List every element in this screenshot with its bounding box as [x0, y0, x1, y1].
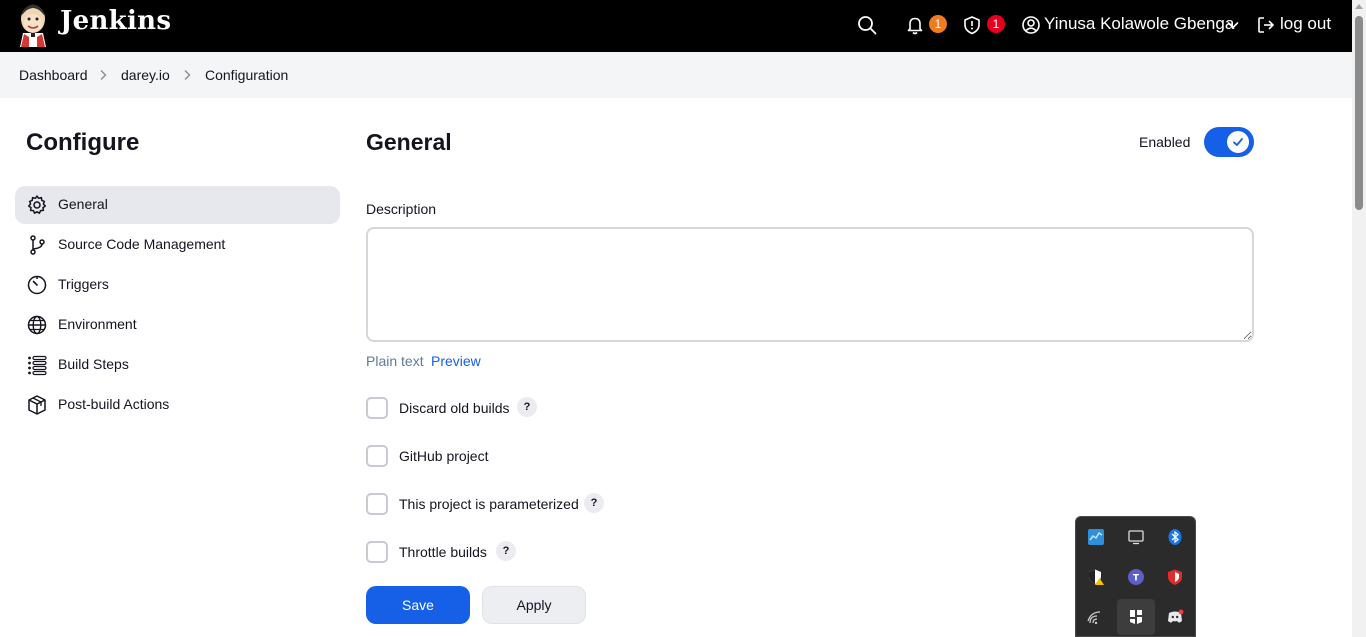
github-project-checkbox[interactable]: [366, 445, 388, 467]
search-icon[interactable]: [856, 14, 878, 36]
breadcrumb-project[interactable]: darey.io: [121, 67, 170, 83]
throttle-builds-checkbox[interactable]: [366, 541, 388, 563]
sidebar-title: Configure: [26, 129, 140, 156]
gear-icon: [27, 195, 47, 214]
logout-link[interactable]: log out: [1280, 14, 1331, 34]
sidebar-item-label: General: [58, 196, 108, 212]
list-icon: [28, 355, 47, 376]
option-label[interactable]: GitHub project: [399, 448, 488, 464]
user-avatar-icon[interactable]: [1020, 14, 1042, 36]
chevron-down-icon[interactable]: [1222, 14, 1244, 36]
display-icon[interactable]: [1117, 519, 1155, 555]
notification-count-badge[interactable]: 1: [929, 15, 947, 33]
help-icon[interactable]: ?: [517, 397, 537, 417]
security-warning-icon[interactable]: [1077, 559, 1115, 595]
sidebar-item-build-steps[interactable]: Build Steps: [15, 346, 340, 384]
enabled-label: Enabled: [1139, 134, 1191, 150]
chevron-right-icon: [100, 70, 107, 80]
discard-old-builds-checkbox[interactable]: [366, 397, 388, 419]
app-icon[interactable]: [1117, 599, 1155, 635]
user-name-link[interactable]: Yinusa Kolawole Gbenga: [1044, 14, 1234, 34]
branch-icon: [30, 235, 45, 255]
section-title: General: [366, 129, 452, 155]
teams-icon[interactable]: T: [1117, 559, 1155, 595]
sidebar-item-source-code-management[interactable]: Source Code Management: [15, 226, 340, 264]
description-field[interactable]: [366, 227, 1254, 342]
sidebar-item-environment[interactable]: Environment: [15, 306, 340, 344]
help-icon[interactable]: ?: [496, 541, 516, 561]
sidebar-item-triggers[interactable]: Triggers: [15, 266, 340, 304]
timer-icon: [27, 275, 47, 295]
enabled-toggle[interactable]: [1204, 127, 1254, 157]
apply-button[interactable]: Apply: [482, 586, 586, 624]
discord-icon[interactable]: [1156, 599, 1194, 635]
option-label[interactable]: This project is parameterized: [399, 496, 579, 512]
description-label: Description: [366, 201, 437, 217]
page-scrollbar[interactable]: [1352, 0, 1366, 637]
sidebar-item-label: Post-build Actions: [58, 396, 170, 412]
network-monitor-icon[interactable]: [1077, 519, 1115, 555]
package-icon: [28, 395, 46, 415]
sidebar-item-label: Environment: [58, 316, 137, 332]
check-icon: [1233, 138, 1243, 146]
scroll-up-arrow-icon[interactable]: [1355, 4, 1363, 9]
system-tray-overflow: T: [1075, 516, 1196, 637]
parameterized-checkbox[interactable]: [366, 493, 388, 515]
wireless-icon[interactable]: [1077, 599, 1115, 635]
bluetooth-icon[interactable]: [1156, 519, 1194, 555]
option-label[interactable]: Discard old builds: [399, 400, 510, 416]
sidebar-item-post-build-actions[interactable]: Post-build Actions: [15, 386, 340, 424]
option-label[interactable]: Throttle builds: [399, 544, 487, 560]
bell-icon[interactable]: [904, 14, 926, 36]
chevron-right-icon: [184, 70, 191, 80]
breadcrumb-configuration[interactable]: Configuration: [205, 67, 288, 83]
sidebar-item-label: Triggers: [58, 276, 109, 292]
shield-app-icon[interactable]: [1156, 559, 1194, 595]
globe-icon: [27, 315, 47, 335]
brand-name[interactable]: Jenkins: [60, 6, 171, 36]
logout-icon[interactable]: [1255, 14, 1277, 36]
preview-link[interactable]: Preview: [431, 353, 481, 369]
top-header: Jenkins 1 1 Yinusa Kolawole Gbenga log o…: [0, 0, 1352, 52]
breadcrumb: Dashboard darey.io Configuration: [0, 52, 1352, 98]
help-icon[interactable]: ?: [584, 493, 604, 513]
sidebar-item-label: Build Steps: [58, 356, 129, 372]
security-count-badge[interactable]: 1: [987, 15, 1005, 33]
jenkins-logo-icon[interactable]: [17, 3, 49, 47]
sidebar-item-general[interactable]: General: [15, 186, 340, 224]
svg-text:T: T: [1133, 574, 1140, 584]
save-button[interactable]: Save: [366, 586, 470, 624]
shield-icon[interactable]: [961, 14, 983, 36]
breadcrumb-dashboard[interactable]: Dashboard: [19, 67, 88, 83]
scrollbar-thumb[interactable]: [1355, 16, 1363, 210]
toggle-knob: [1227, 131, 1249, 153]
plain-text-label: Plain text: [366, 353, 424, 369]
sidebar-item-label: Source Code Management: [58, 236, 226, 252]
